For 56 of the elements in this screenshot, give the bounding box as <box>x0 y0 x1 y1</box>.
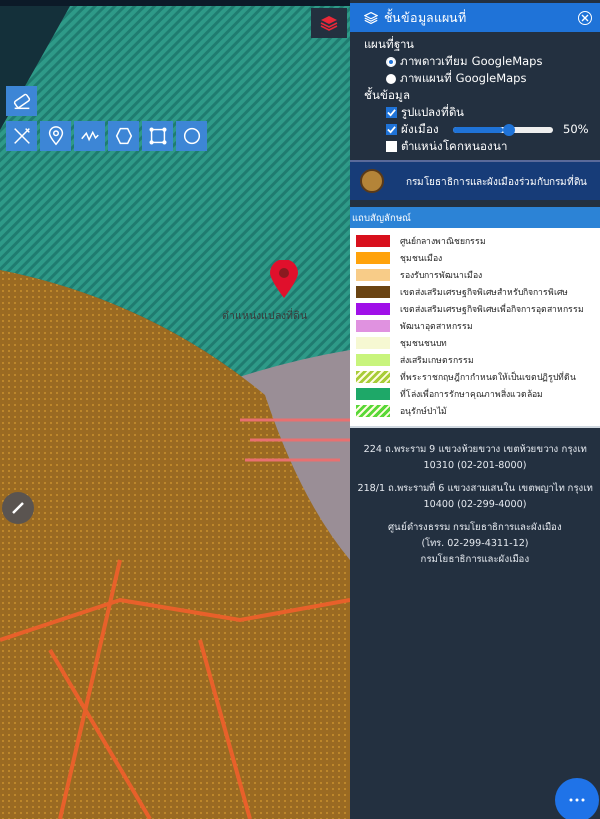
map-pin-icon <box>270 260 298 298</box>
panel-title: ชั้นข้อมูลแผนที่ <box>384 8 467 28</box>
contact-text: 10310 (02-201-8000) <box>424 459 526 473</box>
agency-title: กรมโยธาธิการและผังเมืองร่วมกับกรมที่ดิน <box>406 174 587 188</box>
legend-title: แถบสัญลักษณ์ <box>350 207 600 228</box>
opacity-slider-fill[interactable] <box>453 126 503 132</box>
more-icon <box>569 798 585 802</box>
legend-label: ศูนย์กลางพาณิชยกรรม <box>400 236 486 248</box>
legend-label: เขตส่งเสริมเศรษฐกิจพิเศษสำหรับกิจการพิเศษ <box>400 287 568 299</box>
emblem-icon <box>360 169 384 193</box>
legend-label: อนุรักษ์ป่าไม้ <box>400 405 447 418</box>
checkbox[interactable] <box>386 141 397 152</box>
option-label: ภาพแผนที่ GoogleMaps <box>400 70 526 87</box>
legend-label: ที่โล่งเพื่อการรักษาคุณภาพสิ่งแวดล้อม <box>400 387 543 401</box>
eraser-tool-button[interactable] <box>6 86 37 116</box>
option-label: ภาพดาวเทียม GoogleMaps <box>400 53 542 70</box>
layers-icon <box>364 10 378 24</box>
crossed-tools-tool-button[interactable] <box>6 121 37 151</box>
close-button[interactable] <box>578 10 592 24</box>
contact-text: กรมโยธาธิการและผังเมือง <box>420 552 530 567</box>
layers-button[interactable] <box>311 8 347 38</box>
layer-label: ผังเมือง <box>401 121 439 138</box>
square-icon <box>146 125 168 147</box>
polygon-tool-button[interactable] <box>108 121 139 151</box>
legend-label: พัฒนาอุตสาหกรรม <box>400 321 473 333</box>
legend-label: ที่พระราชกฤษฎีกากำหนดให้เป็นเขตปฏิรูปที่ดิน <box>400 370 576 384</box>
pencil-icon <box>10 500 26 516</box>
section-heading: ชั้นข้อมูล <box>364 87 411 104</box>
square-tool-button[interactable] <box>142 121 173 151</box>
contact-text: 218/1 ถ.พระรามที่ 6 แขวงสามเสนใน เขตพญาไท กรุงเท <box>357 481 593 496</box>
circle-tool-button[interactable] <box>176 121 207 151</box>
layers-icon <box>320 14 338 32</box>
contact-text: 10400 (02-299-4000) <box>424 498 526 512</box>
section-heading: แผนที่ฐาน <box>364 36 415 53</box>
legend-label: ชุมชนเมือง <box>400 252 442 265</box>
slider-value: 50% <box>563 121 589 138</box>
close-icon <box>581 14 589 22</box>
layer-label: รูปแปลงที่ดิน <box>401 104 464 121</box>
map-label: ตำแหน่งแปลงที่ดิน <box>222 307 307 324</box>
layer-label: ตำแหน่งโคกหนองนา <box>401 138 507 155</box>
contact-text: (โทร. 02-299-4311-12) <box>421 536 529 551</box>
checkbox[interactable] <box>386 107 397 118</box>
checkbox[interactable] <box>386 124 397 135</box>
legend-label: รองรับการพัฒนาเมือง <box>400 270 482 282</box>
satellite-map-drawing[interactable] <box>0 0 350 819</box>
contact-text: ศูนย์ดำรงธรรม กรมโยธาธิการและผังเมือง <box>388 520 562 535</box>
legend-label: เขตส่งเสริมเศรษฐกิจพิเศษเพื่อกิจการอุตสาหกรรม <box>400 302 584 316</box>
contact-text: 224 ถ.พระราม 9 แขวงห้วยขวาง เขตห้วยขวาง กรุงเท <box>364 443 586 457</box>
radio-button[interactable] <box>386 56 396 66</box>
legend-label: ส่งเสริมเกษตรกรรม <box>400 355 474 367</box>
location-pin-tool-button[interactable] <box>40 121 71 151</box>
more-button[interactable] <box>555 778 599 819</box>
zigzag-line-tool-button[interactable] <box>74 121 105 151</box>
radio-button[interactable] <box>386 74 396 84</box>
opacity-slider-thumb[interactable] <box>503 124 515 136</box>
legend-label: ชุมชนชนบท <box>400 338 447 350</box>
